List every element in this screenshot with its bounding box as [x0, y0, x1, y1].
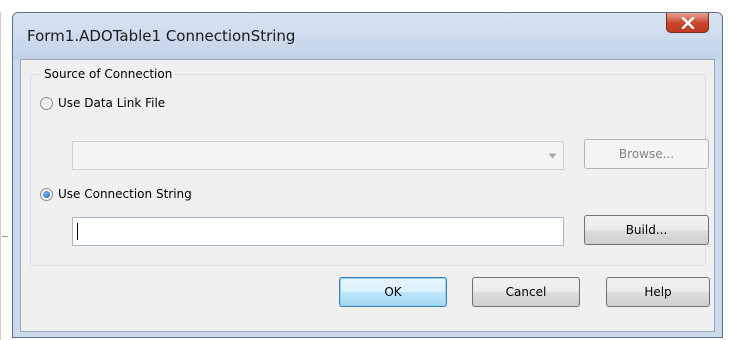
- close-icon: [681, 17, 695, 29]
- radio-unchecked-icon[interactable]: [40, 96, 53, 110]
- browse-button: Browse...: [584, 139, 709, 169]
- ok-button[interactable]: OK: [339, 277, 447, 307]
- cancel-button[interactable]: Cancel: [472, 277, 580, 307]
- source-of-connection-group: Source of Connection Use Data Link File …: [30, 67, 709, 266]
- group-caption: Source of Connection: [41, 67, 176, 81]
- connection-string-dialog: Form1.ADOTable1 ConnectionString Source …: [12, 12, 723, 338]
- use-connection-string-option[interactable]: Use Connection String: [40, 187, 192, 201]
- chevron-down-icon: [548, 153, 557, 159]
- connection-string-input[interactable]: [72, 217, 564, 246]
- background-mark: [2, 236, 8, 237]
- window-title: Form1.ADOTable1 ConnectionString: [27, 27, 296, 45]
- radio-checked-icon[interactable]: [40, 187, 53, 201]
- data-link-file-combo: [72, 141, 564, 170]
- background-edge: [0, 12, 1, 340]
- use-data-link-file-label: Use Data Link File: [58, 96, 166, 110]
- help-button[interactable]: Help: [606, 277, 710, 307]
- close-button[interactable]: [666, 13, 709, 33]
- text-caret: [77, 223, 78, 240]
- dialog-client-area: Source of Connection Use Data Link File …: [20, 59, 715, 332]
- use-data-link-file-option[interactable]: Use Data Link File: [40, 96, 165, 110]
- title-bar[interactable]: Form1.ADOTable1 ConnectionString: [13, 13, 722, 59]
- use-connection-string-label: Use Connection String: [58, 187, 192, 201]
- build-button[interactable]: Build...: [584, 215, 709, 245]
